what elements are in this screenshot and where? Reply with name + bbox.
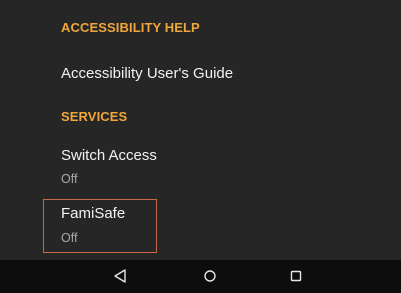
list-item-switch-access[interactable]: Switch Access Off	[43, 140, 401, 190]
home-icon	[204, 270, 216, 282]
section-header-accessibility-help: ACCESSIBILITY HELP	[61, 20, 200, 35]
switch-access-status: Off	[61, 172, 78, 186]
famisafe-highlight-box	[43, 199, 157, 253]
home-button[interactable]	[200, 266, 220, 286]
switch-access-label: Switch Access	[61, 147, 157, 164]
section-header-services: SERVICES	[61, 109, 128, 124]
settings-list: ACCESSIBILITY HELP Accessibility User's …	[0, 0, 401, 260]
screen: ACCESSIBILITY HELP Accessibility User's …	[0, 0, 401, 293]
recents-button[interactable]	[286, 266, 306, 286]
recents-icon	[290, 270, 302, 282]
back-button[interactable]	[110, 266, 130, 286]
navigation-bar	[0, 260, 401, 293]
back-icon	[114, 269, 126, 283]
list-item-accessibility-guide[interactable]: Accessibility User's Guide	[43, 58, 401, 92]
accessibility-guide-label: Accessibility User's Guide	[61, 65, 234, 82]
